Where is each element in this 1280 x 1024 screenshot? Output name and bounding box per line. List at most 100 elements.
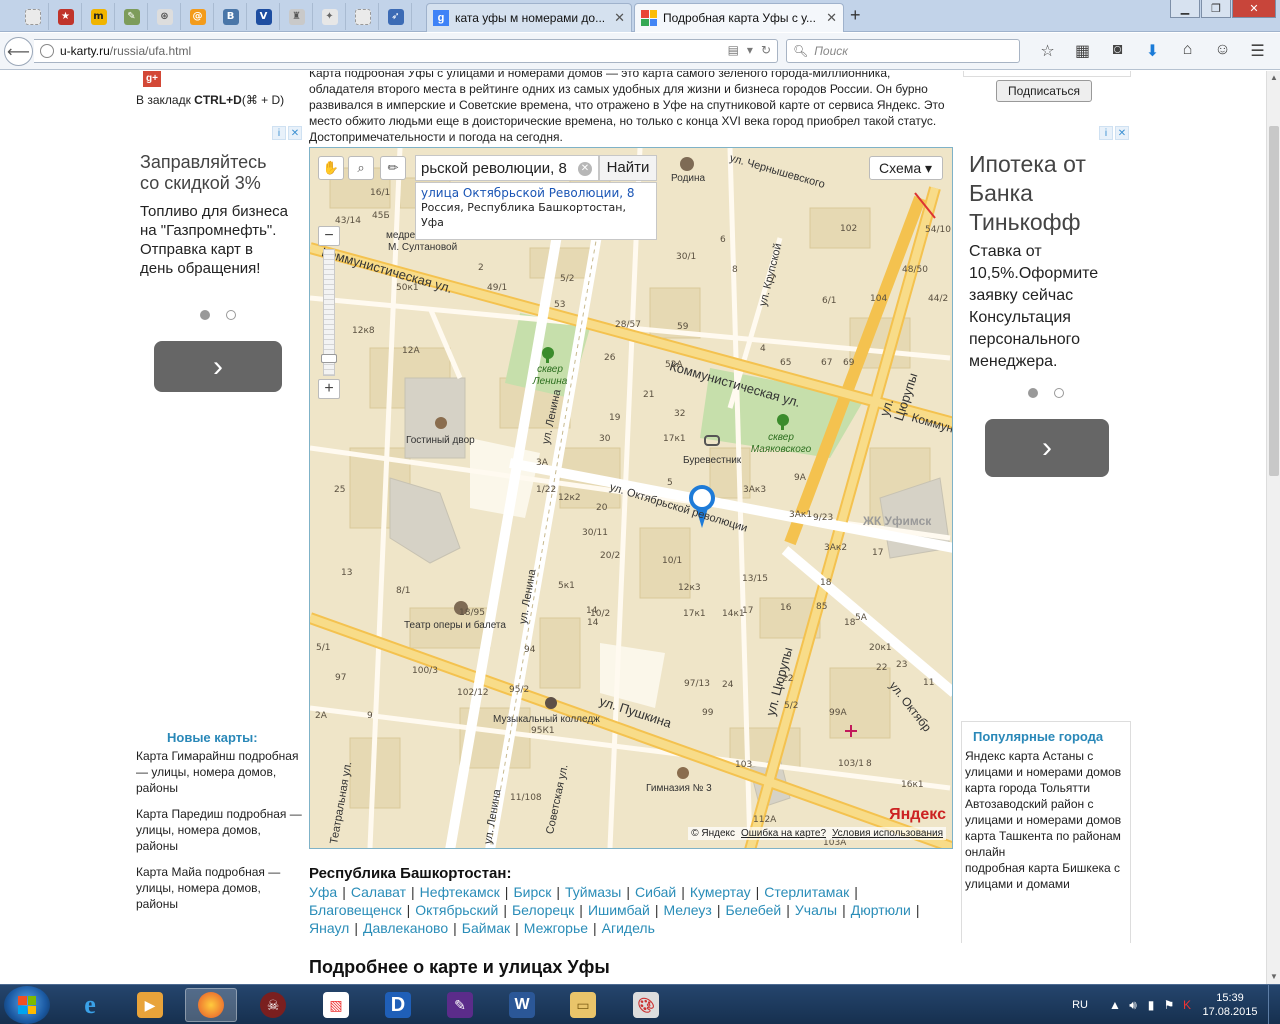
zoom-slider-handle[interactable] <box>321 354 337 363</box>
place-label[interactable]: Родина <box>671 173 705 184</box>
pager-dot[interactable] <box>199 310 210 320</box>
tab-ufa-map[interactable]: Подробная карта Уфы с у... ✕ <box>634 3 844 32</box>
taskbar-paint[interactable]: ▧ <box>310 988 362 1022</box>
pinned-tab-4[interactable]: ✎ <box>116 3 148 30</box>
ad-close-icon[interactable]: ✕ <box>288 126 302 140</box>
scroll-up-icon[interactable]: ▲ <box>1267 71 1280 85</box>
clear-search-icon[interactable]: ✕ <box>578 162 592 176</box>
city-link[interactable]: Белебей <box>725 902 781 918</box>
map-error-link[interactable]: Ошибка на карте? <box>741 828 826 839</box>
city-link[interactable]: Нефтекамск <box>420 884 500 900</box>
start-button[interactable] <box>4 986 50 1024</box>
scrollbar-thumb[interactable] <box>1269 126 1279 476</box>
ad-next-button[interactable]: › <box>985 419 1109 477</box>
pinned-tab-11[interactable] <box>347 3 379 30</box>
reload-icon[interactable]: ↻ <box>761 43 771 57</box>
map-suggestion[interactable]: улица Октябрьской Революции, 8 Россия, Р… <box>415 182 657 240</box>
network-icon[interactable]: ▮ <box>1142 998 1160 1012</box>
place-label[interactable]: Театр оперы и балета <box>404 620 506 631</box>
taskbar-app-pirate[interactable]: ☠ <box>247 988 299 1022</box>
city-link[interactable]: Сибай <box>635 884 676 900</box>
new-tab-button[interactable]: + <box>850 5 861 26</box>
pocket-icon[interactable]: ◙ <box>1100 41 1135 61</box>
ad-title[interactable]: Ипотека от Банка Тинькофф <box>969 150 1127 237</box>
list-item[interactable]: карта Ташкента по районам онлайн <box>965 828 1129 860</box>
pinned-tab-1[interactable] <box>17 3 49 30</box>
city-link[interactable]: Стерлитамак <box>764 884 849 900</box>
city-link[interactable]: Салават <box>351 884 406 900</box>
list-item[interactable]: Карта Майа подробная — улицы, номера дом… <box>136 864 302 912</box>
close-window-icon[interactable]: ✕ <box>1232 0 1276 18</box>
show-hidden-icon[interactable]: ▲ <box>1106 998 1124 1012</box>
city-link[interactable]: Октябрьский <box>415 902 498 918</box>
restore-icon[interactable]: ❐ <box>1201 0 1231 18</box>
map-type-dropdown[interactable]: Схема ▾ <box>869 156 943 180</box>
pinned-tab-5[interactable]: ⊛ <box>149 3 181 30</box>
city-link[interactable]: Белорецк <box>512 902 574 918</box>
minimize-icon[interactable]: ▁ <box>1170 0 1200 18</box>
suggestion-title[interactable]: улица Октябрьской Революции, 8 <box>421 186 651 200</box>
right-ad[interactable]: i ✕ Ипотека от Банка Тинькофф Ставка от 1… <box>963 126 1129 481</box>
list-item[interactable]: карта города Тольятти Автозаводский райо… <box>965 780 1129 828</box>
pager-dot[interactable] <box>1028 388 1038 398</box>
park-label[interactable]: сквер Ленина <box>530 364 570 388</box>
city-link[interactable]: Баймак <box>462 920 510 936</box>
city-link[interactable]: Янаул <box>309 920 349 936</box>
scroll-down-icon[interactable]: ▼ <box>1267 970 1280 984</box>
search-input[interactable]: 🔍︎ Поиск <box>786 39 1020 63</box>
chat-icon[interactable]: ☺ <box>1205 41 1240 61</box>
map-find-button[interactable]: Найти <box>599 155 657 181</box>
taskbar-editor[interactable]: ✎ <box>434 988 486 1022</box>
taskbar-word[interactable]: W <box>496 988 548 1022</box>
language-indicator[interactable]: RU <box>1072 999 1088 1011</box>
city-link[interactable]: Уфа <box>309 884 337 900</box>
bookmark-star-icon[interactable]: ☆ <box>1030 41 1065 61</box>
pinned-tab-7[interactable]: B <box>215 3 247 30</box>
site-identity-icon[interactable] <box>40 44 54 58</box>
volume-icon[interactable]: 🔊︎ <box>1124 998 1142 1013</box>
close-tab-icon[interactable]: ✕ <box>614 10 625 26</box>
pager-dot[interactable] <box>225 310 236 320</box>
yandex-map[interactable]: Коммунистическая ул. Коммунистическая ул… <box>309 147 953 849</box>
city-link[interactable]: Благовещенск <box>309 902 402 918</box>
antivirus-icon[interactable]: K <box>1178 998 1196 1012</box>
action-center-icon[interactable]: ⚑ <box>1160 998 1178 1012</box>
city-link[interactable]: Межгорье <box>524 920 588 936</box>
bookmarks-list-icon[interactable]: ▦ <box>1065 41 1100 61</box>
pinned-tab-12[interactable]: ➶ <box>380 3 412 30</box>
place-label[interactable]: Музыкальный колледж <box>493 714 600 725</box>
taskbar-d-app[interactable]: D <box>372 988 424 1022</box>
city-link[interactable]: Бирск <box>513 884 551 900</box>
pinned-tab-9[interactable]: ♜ <box>281 3 313 30</box>
zoom-in-button[interactable]: + <box>318 379 340 399</box>
zoom-out-button[interactable]: − <box>318 226 340 246</box>
home-icon[interactable]: ⌂ <box>1170 41 1205 61</box>
pinned-tab-8[interactable]: V <box>248 3 280 30</box>
place-label[interactable]: Гимназия № 3 <box>646 783 712 794</box>
city-link[interactable]: Дюртюли <box>851 902 911 918</box>
city-link[interactable]: Мелеуз <box>663 902 711 918</box>
yandex-logo[interactable]: Яндекс <box>889 806 946 824</box>
map-search-input[interactable]: рьской революции, 8 ✕ <box>415 155 599 181</box>
list-item[interactable]: подробная карта Бишкека с улицами и дома… <box>965 860 1129 892</box>
show-desktop-button[interactable] <box>1268 985 1280 1024</box>
back-button[interactable]: ⟵ <box>4 37 33 66</box>
city-link[interactable]: Давлеканово <box>363 920 448 936</box>
subscribe-button[interactable]: Подписаться <box>996 80 1092 102</box>
page-scrollbar[interactable]: ▲ ▼ <box>1266 71 1280 984</box>
list-item[interactable]: Яндекс карта Астаны с улицами и номерами… <box>965 748 1129 780</box>
ad-title[interactable]: Заправляйтесь со скидкой 3% <box>140 152 290 193</box>
pinned-tab-3[interactable]: m <box>83 3 115 30</box>
taskbar-explorer[interactable]: ▭ <box>557 988 609 1022</box>
city-link[interactable]: Кумертау <box>690 884 751 900</box>
city-link[interactable]: Ишимбай <box>588 902 650 918</box>
list-item[interactable]: Карта Паредиш подробная — улицы, номера … <box>136 806 302 854</box>
taskbar-ie[interactable]: e <box>64 988 116 1022</box>
city-link[interactable]: Агидель <box>602 920 655 936</box>
list-item[interactable]: Карта Гимарайнш подробная — улицы, номер… <box>136 748 302 796</box>
pan-tool-button[interactable]: ✋ <box>318 156 344 180</box>
download-icon[interactable]: ⬇ <box>1135 41 1170 61</box>
reader-view-icon[interactable]: ▤ <box>728 43 739 57</box>
city-link[interactable]: Туймазы <box>565 884 621 900</box>
close-tab-icon[interactable]: ✕ <box>826 10 837 26</box>
